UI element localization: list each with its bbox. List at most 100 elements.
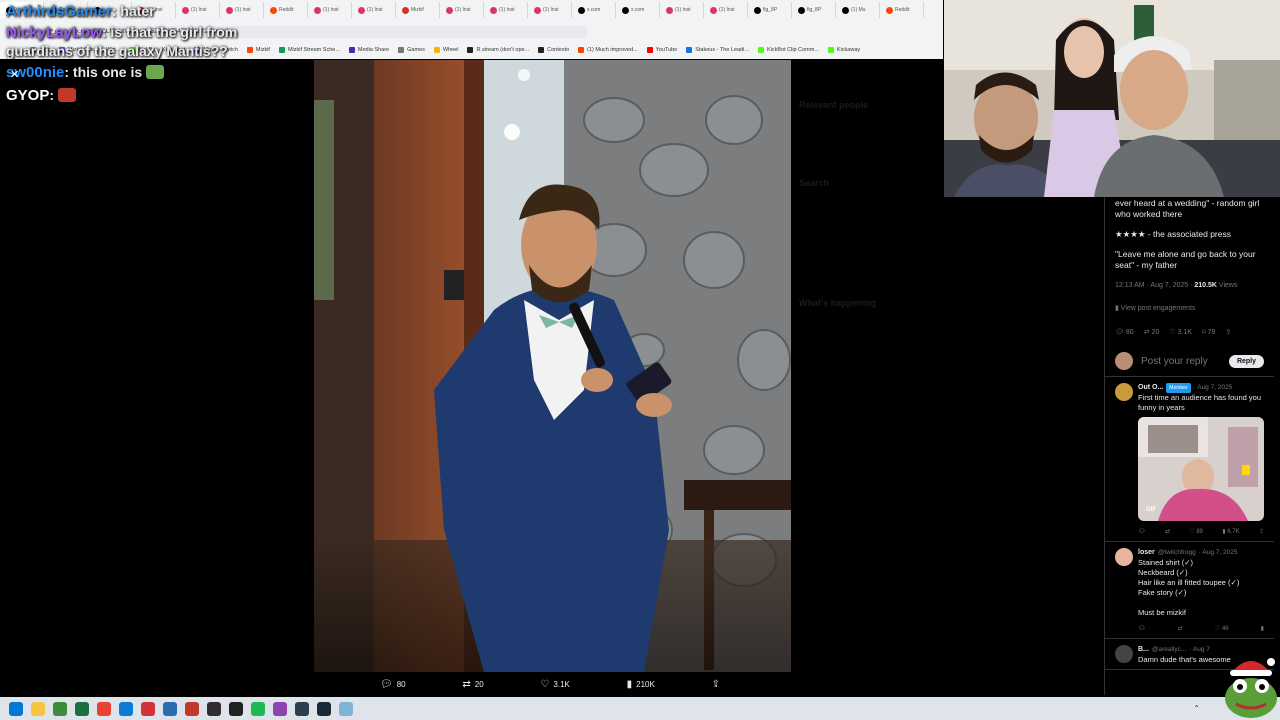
- browser-tab[interactable]: (1) Inst: [352, 2, 396, 18]
- browser-tab[interactable]: fig_8P: [792, 2, 836, 18]
- reply-gif[interactable]: GIF: [1138, 417, 1264, 521]
- tab-favicon-icon: [842, 6, 849, 14]
- bookmark-favicon-icon: [467, 47, 474, 53]
- like-stat[interactable]: ♡ 46: [1215, 624, 1229, 634]
- browser-tab[interactable]: x.com: [572, 2, 616, 18]
- excel-icon[interactable]: [75, 701, 89, 716]
- reply-icon[interactable]: 💬︎: [1138, 624, 1146, 634]
- edge-icon[interactable]: [119, 701, 133, 716]
- tweet-text-line: "Leave me alone and go back to your seat…: [1115, 249, 1256, 270]
- bookmark-favicon-icon: [538, 47, 545, 53]
- windows-start-icon[interactable]: [9, 701, 23, 716]
- bookmark-item[interactable]: KickBot Clip Comm...: [757, 47, 819, 53]
- obs-icon[interactable]: [207, 701, 221, 716]
- bookmark-stat[interactable]: ⌑ 78: [1202, 328, 1215, 337]
- reply-author[interactable]: Out O...: [1138, 383, 1163, 393]
- browser-tab[interactable]: fig_8P: [748, 2, 792, 18]
- reply-author[interactable]: loser: [1138, 548, 1155, 558]
- browser-tab[interactable]: (1) Inst: [528, 2, 572, 18]
- repost-icon[interactable]: ⇄: [1178, 624, 1183, 634]
- browser-tab[interactable]: (1) Inst: [660, 2, 704, 18]
- close-icon[interactable]: ✕: [10, 68, 19, 81]
- dimmed-page-background: Relevant people Search What's happening: [791, 60, 943, 510]
- tab-label: (1) Inst: [719, 7, 735, 13]
- bookmark-item[interactable]: Contexto: [538, 47, 569, 53]
- reply-icon: 💬︎: [380, 678, 393, 690]
- tab-label: fig_8P: [763, 7, 778, 13]
- bookmark-label: R.stream (don't ope...: [476, 47, 530, 53]
- bookmark-item[interactable]: Games: [398, 47, 425, 53]
- app-red-icon[interactable]: [141, 701, 155, 716]
- tab-label: (1) Inst: [455, 7, 471, 13]
- file-explorer-icon[interactable]: [31, 701, 45, 716]
- views-action[interactable]: ▮ 210K: [627, 679, 655, 690]
- reply-item[interactable]: Out O... Member · Aug 7, 2025 First time…: [1105, 377, 1274, 542]
- chrome-icon[interactable]: [97, 701, 111, 716]
- bookmark-item[interactable]: (1) Much improved...: [578, 47, 638, 53]
- bookmark-label: (1) Much improved...: [587, 47, 638, 53]
- reply-item[interactable]: loser @twitchfrogg · Aug 7, 2025 Stained…: [1105, 542, 1274, 639]
- browser-tab[interactable]: (1) Inst: [440, 2, 484, 18]
- tab-label: Reddit: [895, 7, 910, 13]
- repost-icon[interactable]: ⇄: [1165, 527, 1170, 537]
- spotify-icon[interactable]: [251, 701, 265, 716]
- reply-handle: @twitchfrogg: [1157, 549, 1196, 556]
- share-icon[interactable]: ⇪: [1225, 328, 1231, 336]
- browser-tab[interactable]: (1) Inst: [308, 2, 352, 18]
- windows-taskbar: ⌃: [0, 697, 1280, 720]
- reply-input[interactable]: Post your reply: [1141, 356, 1221, 367]
- share-action[interactable]: ⇪: [712, 679, 720, 690]
- repost-count: 20: [474, 679, 484, 689]
- views-stat[interactable]: ▮: [1261, 624, 1264, 634]
- tab-favicon-icon: [886, 6, 893, 14]
- like-count: 3.1K: [1177, 328, 1193, 336]
- view-engagements-link[interactable]: ▮ View post engagements: [1105, 303, 1274, 314]
- reply-stats: 💬︎ ⇄ ♡ 89 ▮ 6.7K ⇪: [1138, 527, 1268, 537]
- app-light-icon[interactable]: [339, 701, 353, 716]
- share-icon[interactable]: ⇪: [1259, 527, 1264, 537]
- browser-tab[interactable]: x.com: [616, 2, 660, 18]
- bookmark-favicon-icon: [827, 47, 834, 53]
- reply-button[interactable]: Reply: [1228, 354, 1264, 368]
- like-action[interactable]: ♡ 3.1K: [540, 679, 569, 690]
- reply-date: · Aug 7, 2025: [1198, 549, 1238, 556]
- chat-username: NickyLayLow: [6, 24, 102, 41]
- tweet-photo[interactable]: [314, 60, 791, 672]
- bookmark-item[interactable]: Kickaway: [827, 47, 860, 53]
- browser-tab[interactable]: (1) Mu: [836, 2, 880, 18]
- views-count: 6.7K: [1227, 529, 1240, 535]
- app-multi-icon[interactable]: [295, 701, 309, 716]
- browser-tab[interactable]: (1) Inst: [704, 2, 748, 18]
- terminal-icon[interactable]: [229, 701, 243, 716]
- views-stat[interactable]: ▮ 6.7K: [1222, 527, 1239, 537]
- repost-stat[interactable]: ⇄ 20: [1143, 328, 1160, 337]
- tab-favicon-icon: [490, 6, 497, 14]
- reply-author[interactable]: B...: [1138, 645, 1149, 655]
- reply-icon[interactable]: 💬︎: [1138, 527, 1146, 537]
- bookmark-item[interactable]: Stakeus - The Leadi...: [686, 47, 749, 53]
- browser-tab[interactable]: Reddit: [880, 2, 924, 18]
- reply-action[interactable]: 💬︎ 80: [380, 679, 406, 690]
- tab-label: (1) Inst: [323, 7, 339, 13]
- chat-message: GYOP:: [6, 84, 306, 107]
- bookmark-item[interactable]: YouTube: [646, 47, 677, 53]
- app-purple-icon[interactable]: [273, 701, 287, 716]
- bookmark-item[interactable]: Wheel: [433, 47, 458, 53]
- tweet-detail-panel: ever heard at a wedding" - random girl w…: [1104, 197, 1274, 695]
- browser-tab[interactable]: Mizkif: [396, 2, 440, 18]
- chevron-up-icon[interactable]: ⌃: [1193, 704, 1200, 713]
- app-green-icon[interactable]: [53, 701, 67, 716]
- like-stat[interactable]: ♡ 3.1K: [1169, 328, 1193, 337]
- browser-tab[interactable]: (1) Inst: [484, 2, 528, 18]
- app-blue-icon[interactable]: [163, 701, 177, 716]
- steam-icon[interactable]: [317, 701, 331, 716]
- bookmark-item[interactable]: Media Share: [348, 47, 389, 53]
- repost-icon: ⇄: [1143, 329, 1150, 336]
- reply-stat[interactable]: 💬︎ 80: [1115, 328, 1134, 337]
- tab-favicon-icon: [314, 6, 321, 14]
- repost-action[interactable]: ⇄ 20: [462, 679, 483, 690]
- frog-emote-icon: [146, 65, 165, 79]
- app-pink-icon[interactable]: [185, 701, 199, 716]
- like-stat[interactable]: ♡ 89: [1189, 527, 1203, 537]
- bookmark-item[interactable]: R.stream (don't ope...: [467, 47, 529, 53]
